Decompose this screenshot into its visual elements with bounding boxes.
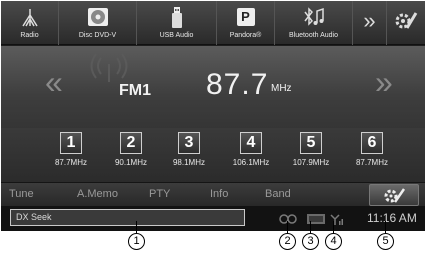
preset-frequency: 106.1MHz [232, 158, 270, 167]
preset-number: 4 [240, 132, 262, 154]
preset-number: 2 [120, 132, 142, 154]
preset-button-2[interactable]: 2 90.1MHz [101, 132, 161, 167]
preset-number: 5 [300, 132, 322, 154]
seek-mode-text: DX Seek [16, 212, 52, 222]
setup-button[interactable] [387, 1, 425, 45]
callout-3: 3 [302, 233, 319, 250]
callout-1: 1 [128, 233, 145, 250]
multiplex-icon [279, 212, 299, 230]
callout-line [287, 221, 288, 233]
usb-icon [170, 6, 184, 35]
setup-tools-icon [394, 9, 418, 38]
seek-mode-display: DX Seek [10, 209, 245, 226]
audio-setup-button[interactable] [369, 184, 419, 206]
source-label: USB Audio [159, 32, 194, 39]
more-sources-button[interactable]: » [353, 1, 387, 45]
function-bar: Tune A.Memo PTY Info Band [1, 182, 425, 206]
head-unit-screen: Radio Disc DVD-V USB Audio P Pandora® Bl… [1, 1, 425, 231]
pandora-icon: P [236, 6, 255, 26]
callout-5: 5 [377, 233, 394, 250]
callout-line [136, 221, 137, 233]
preset-button-1[interactable]: 1 87.7MHz [41, 132, 101, 167]
signal-strength-icon [329, 212, 343, 230]
preset-button-5[interactable]: 5 107.9MHz [281, 132, 341, 167]
antenna-icon [19, 6, 41, 33]
source-pandora-button[interactable]: P Pandora® [217, 1, 275, 45]
band-button[interactable]: Band [265, 188, 291, 200]
source-label: Bluetooth Audio [288, 32, 339, 39]
preset-row: 1 87.7MHz 2 90.1MHz 3 98.1MHz 4 106.1MHz… [1, 128, 425, 182]
info-button[interactable]: Info [210, 188, 228, 200]
source-usb-button[interactable]: USB Audio [137, 1, 217, 45]
source-label: Radio [20, 32, 39, 39]
source-disc-button[interactable]: Disc DVD-V [59, 1, 137, 45]
preset-frequency: 98.1MHz [172, 158, 205, 167]
source-radio-button[interactable]: Radio [1, 1, 59, 45]
preset-frequency: 107.9MHz [292, 158, 330, 167]
source-bar: Radio Disc DVD-V USB Audio P Pandora® Bl… [1, 1, 425, 45]
callout-line [310, 221, 311, 233]
callout-4: 4 [325, 233, 342, 250]
double-chevron-right-icon: » [363, 8, 376, 33]
auto-memory-button[interactable]: A.Memo [77, 188, 118, 200]
tune-button[interactable]: Tune [9, 188, 34, 200]
callout-2: 2 [279, 233, 296, 250]
clock: 11:16 AM [367, 211, 417, 225]
preset-frequency: 87.7MHz [54, 158, 87, 167]
frequency-unit: MHz [271, 83, 292, 94]
preset-frequency: 90.1MHz [114, 158, 147, 167]
seek-down-button[interactable]: « [45, 66, 63, 98]
source-bluetooth-button[interactable]: Bluetooth Audio [275, 1, 353, 45]
status-bar: DX Seek 11:16 AM [1, 206, 425, 231]
source-label: Pandora® [229, 32, 262, 39]
tuner-display: « FM1 87.7 MHz » [1, 46, 425, 128]
callout-line [385, 221, 386, 233]
callout-line [333, 221, 334, 233]
preset-frequency: 87.7MHz [355, 158, 388, 167]
band-label: FM1 [119, 82, 151, 99]
preset-number: 1 [60, 132, 82, 154]
frequency-display: 87.7 [206, 68, 269, 101]
preset-button-3[interactable]: 3 98.1MHz [159, 132, 219, 167]
preset-number: 6 [361, 132, 383, 154]
preset-button-4[interactable]: 4 106.1MHz [221, 132, 281, 167]
disc-icon [87, 6, 109, 33]
pty-button[interactable]: PTY [149, 188, 170, 200]
bluetooth-audio-icon [301, 6, 327, 33]
source-label: Disc DVD-V [78, 32, 117, 39]
seek-up-button[interactable]: » [375, 66, 393, 98]
preset-button-6[interactable]: 6 87.7MHz [342, 132, 402, 167]
preset-number: 3 [178, 132, 200, 154]
